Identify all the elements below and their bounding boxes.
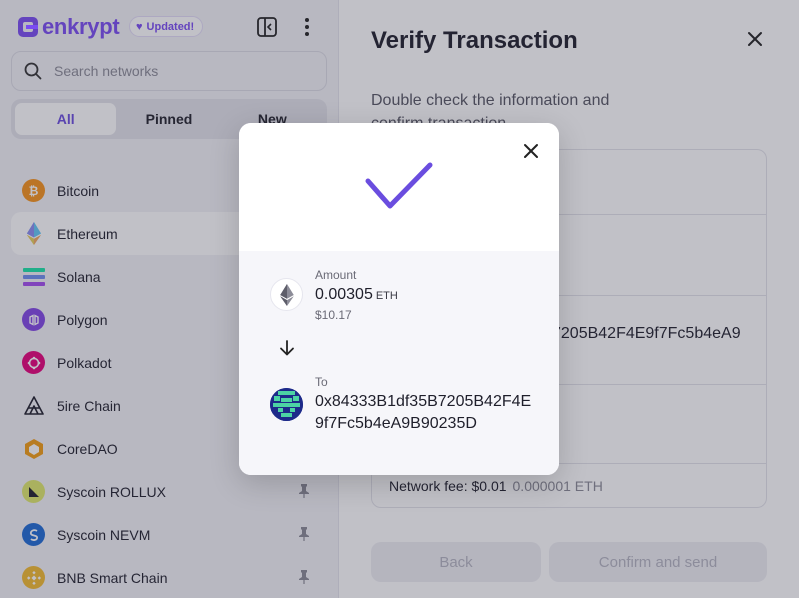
close-icon [524, 144, 538, 158]
transaction-success-modal: Amount 0.00305 ETH $10.17 To 0x84333B1df3… [239, 123, 559, 475]
recipient-avatar [270, 388, 303, 421]
eth-token-icon [270, 278, 303, 311]
amount-number: 0.00305 [315, 286, 373, 303]
modal-close-button[interactable] [521, 141, 541, 161]
amount-usd: $10.17 [315, 308, 352, 322]
recipient-address: 0x84333B1df35B7205B42F4E9f7Fc5b4eA9B9023… [315, 393, 532, 432]
amount-unit: ETH [375, 290, 398, 302]
amount-label: Amount [315, 268, 357, 282]
to-label: To [315, 375, 328, 389]
arrow-down-icon [280, 340, 294, 356]
amount-value: 0.00305 ETH [315, 286, 398, 304]
checkmark-icon [365, 162, 433, 209]
